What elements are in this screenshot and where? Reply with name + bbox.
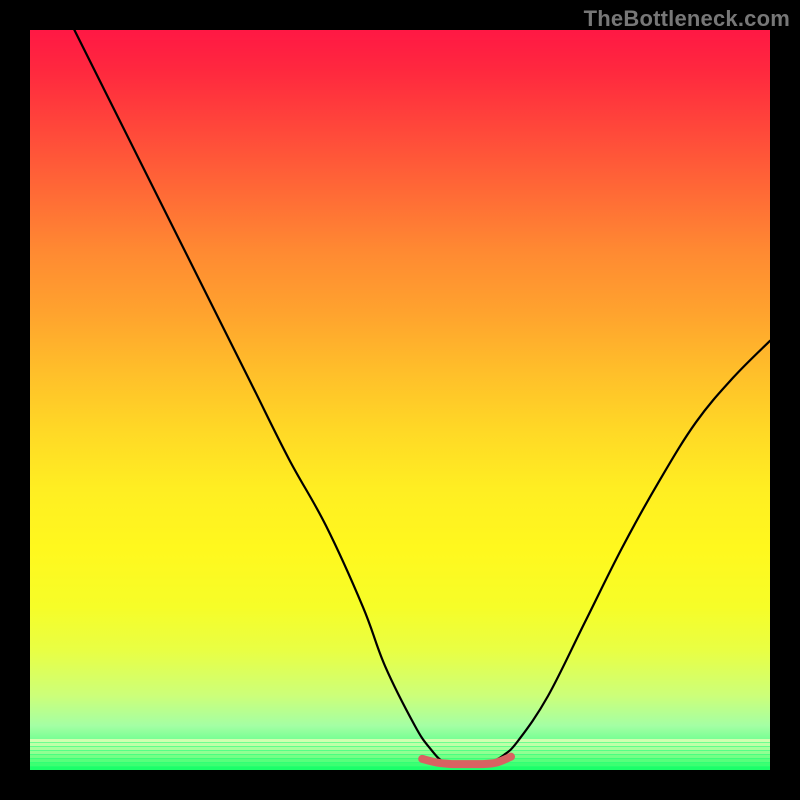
chart-svg <box>30 30 770 770</box>
chart-frame: TheBottleneck.com <box>0 0 800 800</box>
plot-area <box>30 30 770 770</box>
watermark-text: TheBottleneck.com <box>584 6 790 32</box>
bottleneck-curve <box>74 30 770 764</box>
